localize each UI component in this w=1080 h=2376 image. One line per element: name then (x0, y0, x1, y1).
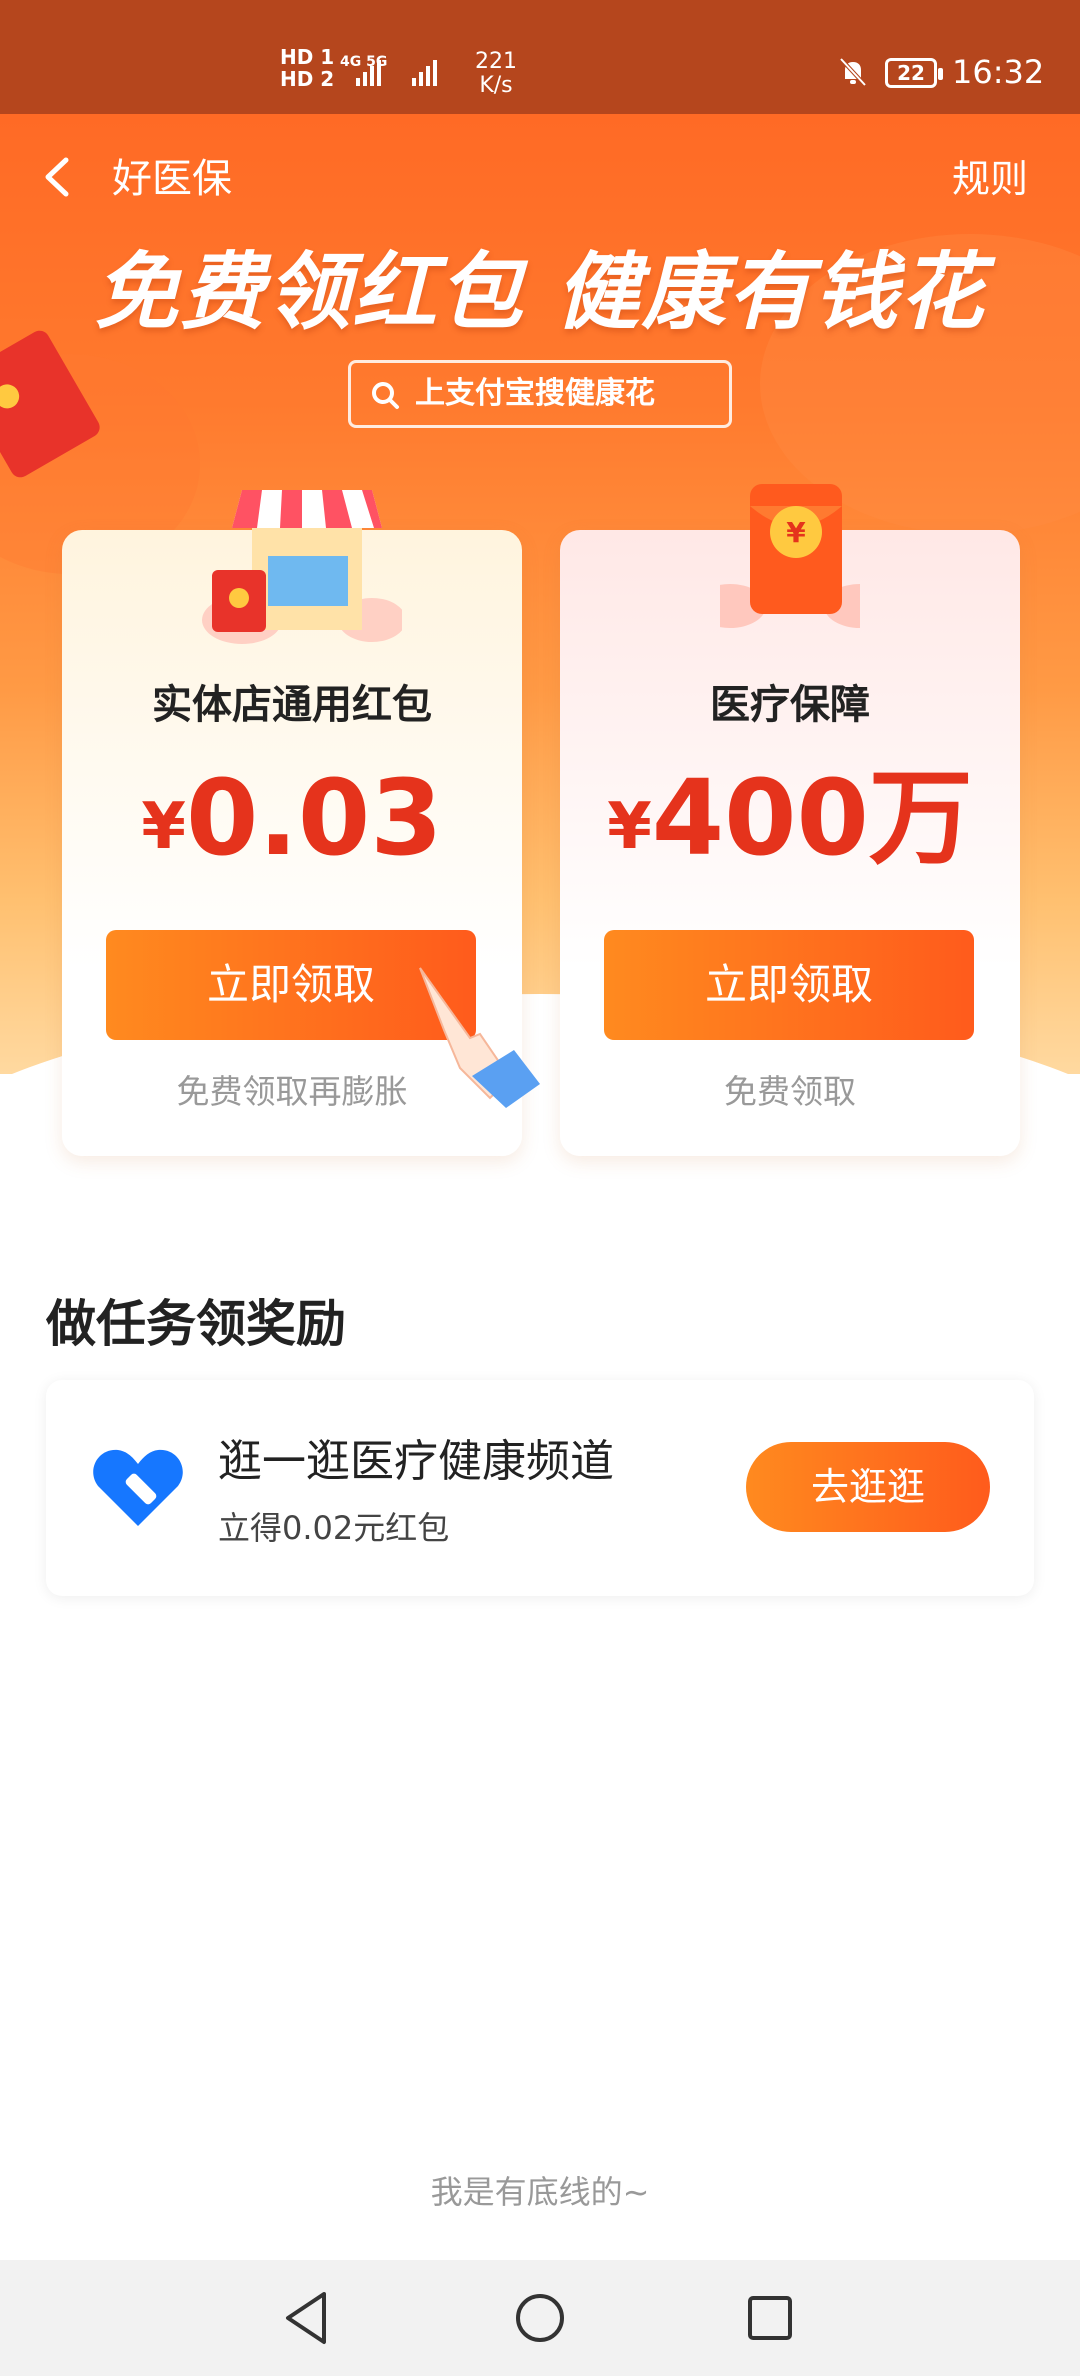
task-reward: 立得0.02元红包 (218, 1509, 450, 1547)
battery-indicator: 22 (885, 58, 943, 88)
sim2-label: HD 2 (280, 67, 335, 91)
system-nav-bar (0, 2260, 1080, 2376)
nav-recents-icon[interactable] (738, 2286, 802, 2350)
browse-button[interactable]: 去逛逛 (746, 1442, 990, 1532)
heart-health-icon (93, 1449, 183, 1526)
task-title: 逛一逛医疗健康频道 (218, 1436, 614, 1487)
card-hint: 免费领取 (724, 1072, 856, 1111)
card-amount: ¥0.03 (62, 758, 522, 909)
pointing-hand-icon (419, 967, 540, 1108)
network-speed: 221 K/s (475, 50, 517, 98)
nav-home-icon[interactable] (508, 2286, 572, 2350)
storefront-icon (202, 490, 402, 644)
rules-link[interactable]: 规则 (952, 154, 1028, 204)
amount-value: 0.03 (185, 757, 443, 879)
search-hint-pill: 上支付宝搜健康花 (348, 360, 732, 428)
bell-muted-icon (839, 57, 867, 87)
task-item: 逛一逛医疗健康频道 立得0.02元红包 去逛逛 (46, 1380, 1034, 1596)
page-title: 好医保 (112, 156, 232, 202)
speed-value: 221 (475, 49, 517, 74)
svg-text:¥: ¥ (786, 516, 806, 549)
task-section-title: 做任务领奖励 (46, 1295, 346, 1353)
clock: 16:32 (952, 53, 1045, 91)
card-title: 医疗保障 (710, 682, 870, 728)
red-envelope-icon: ¥ (720, 484, 860, 628)
back-arrow-icon[interactable] (38, 152, 78, 202)
currency-symbol: ¥ (141, 790, 186, 864)
card-amount: ¥400万 (560, 758, 1020, 909)
amount-value: 400万 (651, 757, 973, 879)
speed-unit: K/s (479, 73, 513, 98)
currency-symbol: ¥ (607, 790, 652, 864)
card-title: 实体店通用红包 (152, 682, 432, 728)
medical-coverage-card: ¥ 医疗保障 ¥400万 立即领取 免费领取 (560, 484, 1020, 1156)
status-bar: HD 1 HD 2 4G 5G 221 K/s 22 16:32 (0, 0, 1080, 114)
signal-icon: 4G 5G (340, 54, 437, 86)
sim1-label: HD 1 (280, 45, 335, 69)
search-icon (372, 382, 399, 409)
sim-indicator: HD 1 HD 2 (280, 46, 334, 90)
hero-slogan: 免费领红包 健康有钱花 (94, 243, 986, 341)
end-of-list-text: 我是有底线的~ (430, 2173, 650, 2211)
page: HD 1 HD 2 4G 5G 221 K/s 22 16:32 好医保 规则 … (0, 0, 1080, 2376)
search-hint-text: 上支付宝搜健康花 (415, 376, 655, 411)
claim-button[interactable]: 立即领取 (604, 930, 974, 1040)
nav-back-icon[interactable] (276, 2286, 340, 2350)
